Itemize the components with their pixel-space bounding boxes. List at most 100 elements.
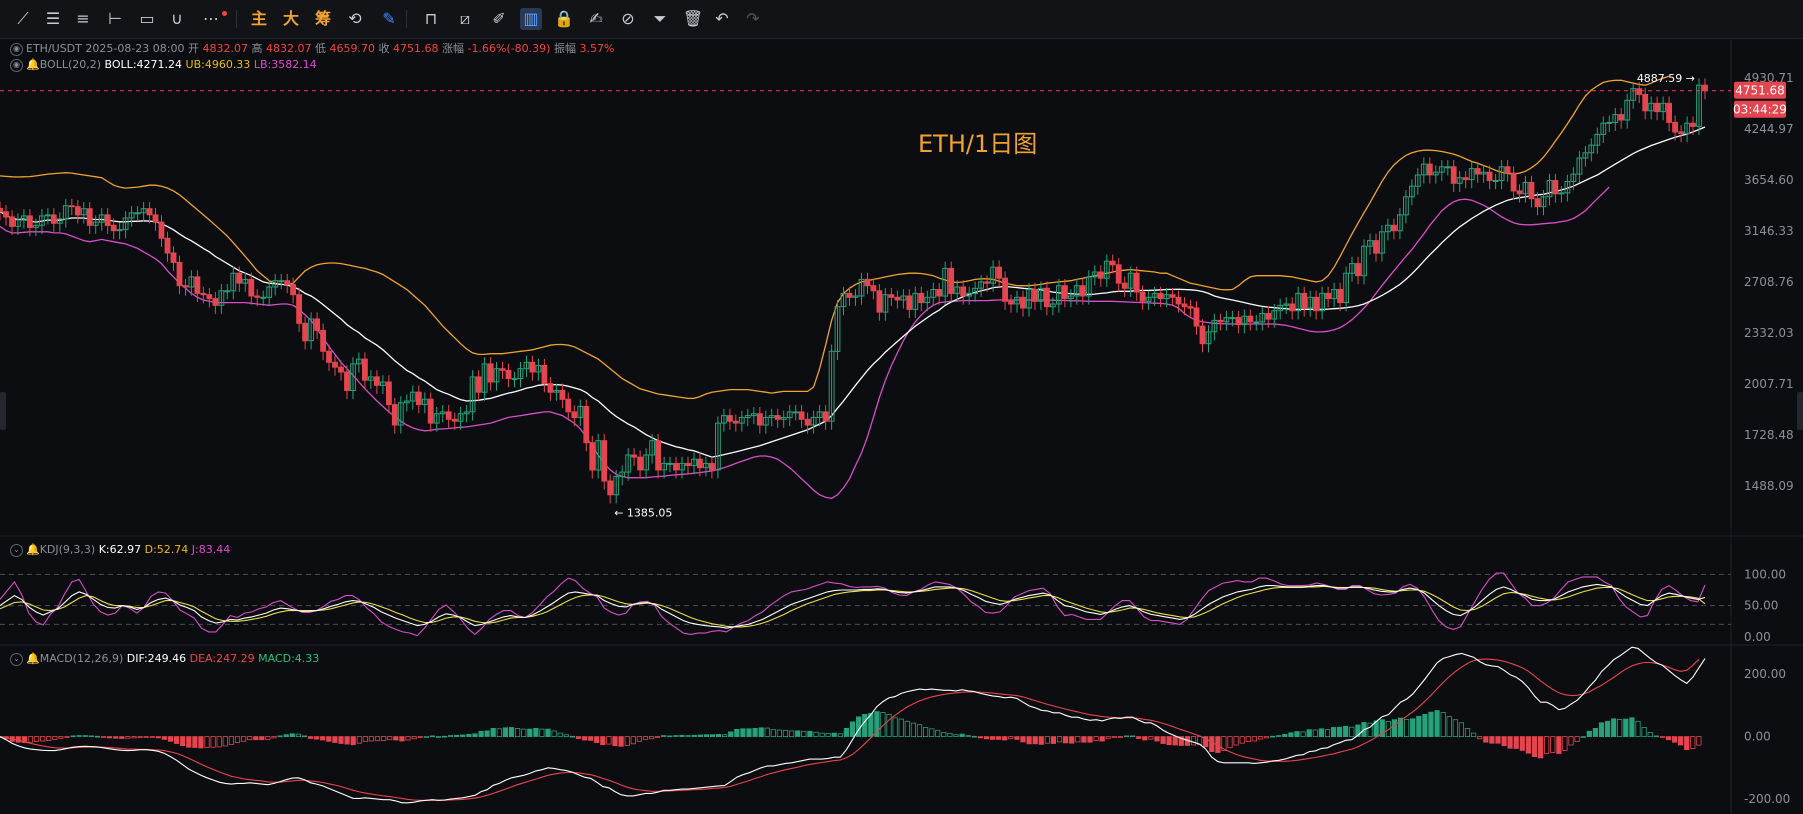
candle-body (1558, 192, 1565, 195)
price-tick-label: 3146.33 (1744, 224, 1794, 238)
candle-body (1133, 272, 1140, 293)
macd-histogram-bar (819, 732, 825, 737)
candle-body (1666, 102, 1672, 123)
macd-histogram-bar (1239, 736, 1245, 744)
candle-body (1552, 180, 1559, 195)
candle-body (182, 285, 189, 288)
macd-histogram-bar (107, 736, 113, 739)
candle-body (1020, 296, 1026, 309)
macd-histogram-bar (1276, 735, 1282, 737)
macd-histogram-bar (996, 736, 1002, 740)
candle-body (1444, 166, 1451, 169)
macd-histogram-bar (703, 734, 710, 738)
macd-histogram-bar (837, 733, 843, 737)
macd-histogram-bar (1653, 735, 1659, 738)
boll-lower-band (0, 186, 1610, 500)
candle-body (68, 205, 75, 208)
macd-histogram-bar (380, 736, 387, 741)
macd-histogram-bar (454, 734, 460, 737)
candle-body (547, 383, 554, 393)
candle-body (822, 411, 829, 422)
candle-body (1504, 166, 1511, 174)
macd-histogram-bar (862, 714, 868, 738)
kdj-tick-label: 0.00 (1744, 630, 1771, 644)
macd-histogram-bar (1635, 720, 1641, 737)
candle-body (344, 371, 350, 391)
macd-histogram-bar (545, 728, 551, 737)
candle-body (302, 322, 309, 342)
macd-histogram-bar (679, 734, 685, 737)
candle-body (870, 285, 877, 292)
candle-body (864, 278, 871, 287)
macd-histogram-bar (88, 735, 94, 738)
candle-body (1289, 303, 1296, 312)
macd-histogram-bar (618, 736, 624, 747)
candle-body (1313, 296, 1319, 312)
candle-body (948, 267, 955, 294)
macd-histogram-bar (582, 736, 588, 741)
candle-body (110, 224, 117, 232)
macd-histogram-bar (374, 736, 381, 742)
macd-histogram-bar (326, 736, 332, 742)
macd-histogram-bar (362, 736, 369, 742)
macd-histogram-bar (1629, 717, 1635, 737)
candle-body (1391, 224, 1397, 232)
chart-canvas[interactable]: 4930.714244.973654.603146.332708.762332.… (0, 0, 1803, 814)
candle-body (487, 363, 494, 383)
candle-body (1492, 180, 1499, 182)
macd-histogram-bar (40, 736, 46, 742)
macd-histogram-bar (527, 728, 533, 737)
price-tick-label: 4244.97 (1744, 122, 1794, 136)
macd-histogram-bar (923, 727, 929, 738)
macd-histogram-bar (910, 722, 917, 737)
candle-body (1079, 285, 1086, 297)
macd-histogram-bar (831, 732, 837, 737)
macd-histogram-bar (1136, 736, 1142, 739)
macd-histogram-bar (1495, 736, 1501, 744)
macd-histogram-bar (210, 736, 216, 748)
candle-body (1181, 303, 1188, 308)
boll-upper-band (0, 75, 1670, 400)
candle-body (894, 296, 901, 301)
macd-histogram-bar (1227, 736, 1233, 748)
macd-histogram-bar (521, 728, 527, 737)
macd-histogram-bar (100, 736, 107, 738)
candle-body (888, 294, 895, 298)
macd-histogram-bar (1349, 726, 1355, 738)
macd-histogram-bar (70, 735, 76, 738)
macd-histogram-bar (1318, 728, 1324, 737)
candle-body (511, 378, 518, 381)
candle-body (1187, 306, 1194, 309)
candle-body (499, 368, 506, 371)
macd-histogram-bar (313, 736, 320, 740)
macd-histogram-bar (52, 736, 58, 740)
macd-histogram-bar (1477, 736, 1483, 740)
macd-histogram-bar (1056, 736, 1063, 743)
candle-body (541, 365, 548, 385)
macd-histogram-bar (234, 736, 241, 743)
macd-histogram-bar (338, 736, 344, 744)
candle-body (529, 361, 536, 373)
candle-body (1373, 240, 1379, 254)
macd-histogram-bar (642, 736, 649, 740)
candle-body (224, 290, 231, 293)
macd-histogram-bar (1008, 736, 1014, 740)
candle-body (1702, 84, 1708, 92)
candle-body (637, 456, 644, 471)
macd-histogram-bar (1014, 736, 1020, 740)
macd-histogram-bar (1337, 726, 1343, 738)
macd-histogram-bar (1659, 736, 1665, 738)
candle-body (3, 211, 9, 218)
candle-body (386, 381, 392, 406)
macd-histogram-bar (1270, 735, 1276, 738)
macd-histogram-bar (1233, 736, 1239, 746)
macd-histogram-bar (472, 733, 478, 737)
candle-body (732, 420, 739, 424)
candle-body (846, 292, 853, 298)
candle-body (1032, 289, 1038, 302)
macd-histogram-bar (344, 736, 350, 745)
macd-histogram-bar (691, 734, 697, 737)
macd-histogram-bar (971, 735, 977, 738)
boll-middle-band (0, 126, 1706, 458)
candle-body (362, 358, 368, 381)
